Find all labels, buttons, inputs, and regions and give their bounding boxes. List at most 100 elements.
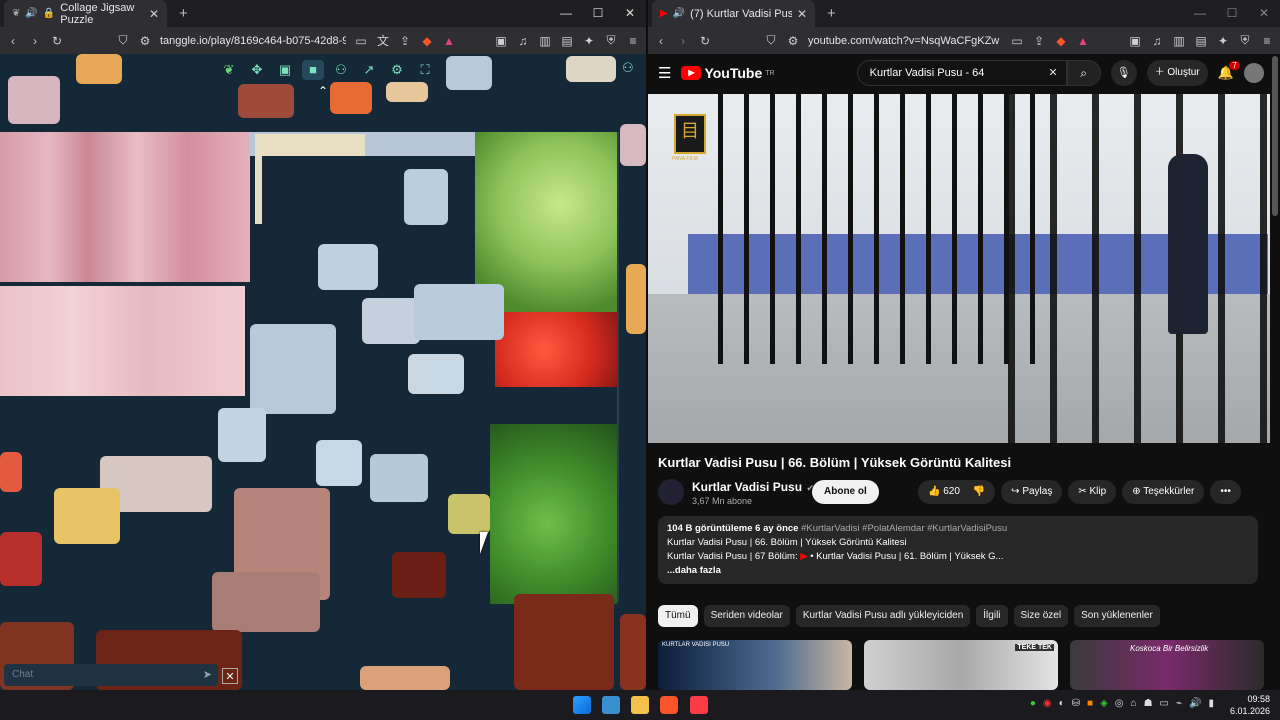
puzzle-piece[interactable] xyxy=(218,408,266,462)
reading-list-icon[interactable]: ▥ xyxy=(538,34,552,48)
create-button[interactable]: ＋ Oluştur xyxy=(1146,60,1208,86)
app-tray-icon[interactable]: ◎ xyxy=(1115,698,1124,709)
app-tray-icon[interactable]: ☗ xyxy=(1144,698,1153,709)
app-tray-icon[interactable]: ◈ xyxy=(1100,698,1108,709)
app-tray-icon[interactable]: ■ xyxy=(1087,698,1093,709)
settings-icon[interactable]: ⚙ xyxy=(386,60,408,80)
minimize-button[interactable]: — xyxy=(550,0,582,27)
maximize-button[interactable]: ☐ xyxy=(582,0,614,27)
puzzle-piece[interactable] xyxy=(0,452,22,492)
music-app-icon[interactable] xyxy=(690,696,708,714)
leo-ai-icon[interactable]: ✦ xyxy=(1216,34,1230,48)
puzzle-piece[interactable] xyxy=(404,169,448,225)
url-field[interactable]: youtube.com/watch?v=NsqWaCFgKZw xyxy=(808,35,1002,47)
microphone-icon[interactable]: 🎙 xyxy=(1110,60,1137,86)
close-chat-icon[interactable]: ✕ xyxy=(222,668,238,684)
box-icon[interactable]: ■ xyxy=(302,60,324,80)
hamburger-menu-icon[interactable]: ☰ xyxy=(658,64,671,82)
puzzle-piece[interactable] xyxy=(330,82,372,114)
chip-related[interactable]: İlgili xyxy=(976,605,1008,627)
media-icon[interactable]: ♫ xyxy=(1150,34,1164,48)
app-tray-icon[interactable]: ⌂ xyxy=(1131,698,1137,709)
bookmark-icon[interactable]: ⛉ xyxy=(116,33,130,48)
menu-icon[interactable]: ≡ xyxy=(1260,34,1274,48)
chat-input[interactable]: Chat ➤ xyxy=(4,664,218,686)
desc-tags[interactable]: #KurtlarVadisi #PolatAlemdar #KurtlarVad… xyxy=(801,523,1007,534)
page-scrollbar[interactable] xyxy=(1272,56,1278,216)
tab-youtube-video[interactable]: ▶ 🔊 (7) Kurtlar Vadisi Pusu | 66. Bö ✕ xyxy=(652,0,815,27)
channel-name[interactable]: Kurtlar Vadisi Pusu xyxy=(692,480,802,494)
app-tray-icon[interactable]: ◐ xyxy=(1059,698,1065,709)
minimize-button[interactable]: — xyxy=(1184,0,1216,27)
share-icon[interactable]: ⇪ xyxy=(1032,34,1046,48)
chip-for-you[interactable]: Size özel xyxy=(1013,605,1069,627)
speaker-icon[interactable]: 🔊 xyxy=(25,8,37,19)
desc-line3-link[interactable]: • Kurtlar Vadisi Pusu | 61. Bölüm | Yüks… xyxy=(810,551,1003,562)
group-icon[interactable]: ⚇ xyxy=(622,60,634,76)
brave-shield-icon[interactable]: ◆ xyxy=(420,34,434,48)
puzzle-piece[interactable] xyxy=(414,284,504,340)
translate-icon[interactable]: 文 xyxy=(376,32,390,49)
new-tab-button[interactable]: + xyxy=(179,5,188,22)
back-icon[interactable]: ‹ xyxy=(654,34,668,48)
subscribe-button[interactable]: Abone ol xyxy=(812,480,879,504)
wallet-icon[interactable]: ▤ xyxy=(560,34,574,48)
vpn-icon[interactable]: ⛨ xyxy=(604,33,618,48)
puzzle-piece[interactable] xyxy=(446,56,492,90)
site-info-icon[interactable]: ⚙ xyxy=(786,34,800,48)
reading-list-icon[interactable]: ▥ xyxy=(1172,34,1186,48)
puzzle-board[interactable]: ❦ ✥ ▣ ■ ⚇ ↗ ⚙ ⛶ ⌃ ⚇ Chat ➤ ✕ xyxy=(0,54,646,690)
close-tab-icon[interactable]: ✕ xyxy=(797,7,807,21)
puzzle-piece[interactable] xyxy=(514,594,614,690)
puzzle-piece[interactable] xyxy=(212,572,320,632)
puzzle-piece[interactable] xyxy=(620,124,646,166)
share-button[interactable]: ↪ Paylaş xyxy=(1001,480,1063,504)
sidebar-icon[interactable]: ▣ xyxy=(1128,34,1142,48)
widgets-icon[interactable] xyxy=(602,696,620,714)
speaker-icon[interactable]: 🔊 xyxy=(673,8,685,19)
dislike-icon[interactable]: 👎 xyxy=(973,486,985,497)
media-icon[interactable]: ♫ xyxy=(516,34,530,48)
app-tray-icon[interactable]: ⛁ xyxy=(1072,698,1080,709)
battery-icon[interactable]: ▮ xyxy=(1208,698,1214,709)
reload-icon[interactable]: ↻ xyxy=(50,34,64,48)
wallet-icon[interactable]: ▤ xyxy=(1194,34,1208,48)
forward-icon[interactable]: › xyxy=(676,34,690,48)
notifications-icon[interactable]: 🔔 7 xyxy=(1218,61,1240,81)
share-icon[interactable]: ⇪ xyxy=(398,34,412,48)
clear-search-icon[interactable]: ✕ xyxy=(1048,61,1057,85)
puzzle-piece[interactable] xyxy=(370,454,428,502)
new-tab-button[interactable]: + xyxy=(827,5,836,22)
close-window-button[interactable]: ✕ xyxy=(1248,0,1280,27)
app-tray-icon[interactable]: ◉ xyxy=(1043,698,1052,709)
channel-avatar[interactable] xyxy=(658,479,684,505)
sidebar-icon[interactable]: ▣ xyxy=(494,34,508,48)
close-window-button[interactable]: ✕ xyxy=(614,0,646,27)
puzzle-piece[interactable] xyxy=(386,82,428,102)
related-video-thumbnail[interactable]: TEKE TEK xyxy=(864,640,1058,690)
chevron-up-icon[interactable]: ⌃ xyxy=(318,84,328,98)
chip-recent[interactable]: Son yüklenenler xyxy=(1074,605,1160,627)
puzzle-piece[interactable] xyxy=(408,354,464,394)
bookmark-icon[interactable]: ⛉ xyxy=(764,33,778,48)
puzzle-piece[interactable] xyxy=(316,440,362,486)
desc-more[interactable]: ...daha fazla xyxy=(667,564,1249,578)
leaf-icon[interactable]: ❦ xyxy=(218,60,240,80)
chip-all[interactable]: Tümü xyxy=(658,605,698,627)
video-player[interactable]: 目 PANA FILM xyxy=(648,94,1270,443)
chip-series[interactable]: Seriden videolar xyxy=(703,605,790,627)
fullscreen-icon[interactable]: ⛶ xyxy=(414,60,436,80)
puzzle-piece[interactable] xyxy=(448,494,490,534)
puzzle-piece[interactable] xyxy=(8,76,60,124)
maximize-button[interactable]: ☐ xyxy=(1216,0,1248,27)
puzzle-piece[interactable] xyxy=(54,488,120,544)
thanks-button[interactable]: ⊕ Teşekkürler xyxy=(1122,480,1205,504)
share-icon[interactable]: ↗ xyxy=(358,60,380,80)
puzzle-piece[interactable] xyxy=(566,56,616,82)
vpn-icon[interactable]: ⛨ xyxy=(1238,33,1252,48)
more-actions-button[interactable]: ••• xyxy=(1210,480,1241,504)
puzzle-piece[interactable] xyxy=(0,532,42,586)
puzzle-piece[interactable] xyxy=(362,298,420,344)
forward-icon[interactable]: › xyxy=(28,34,42,48)
url-field[interactable]: tanggle.io/play/8169c464-b075-42d8-9bef.… xyxy=(160,35,346,47)
